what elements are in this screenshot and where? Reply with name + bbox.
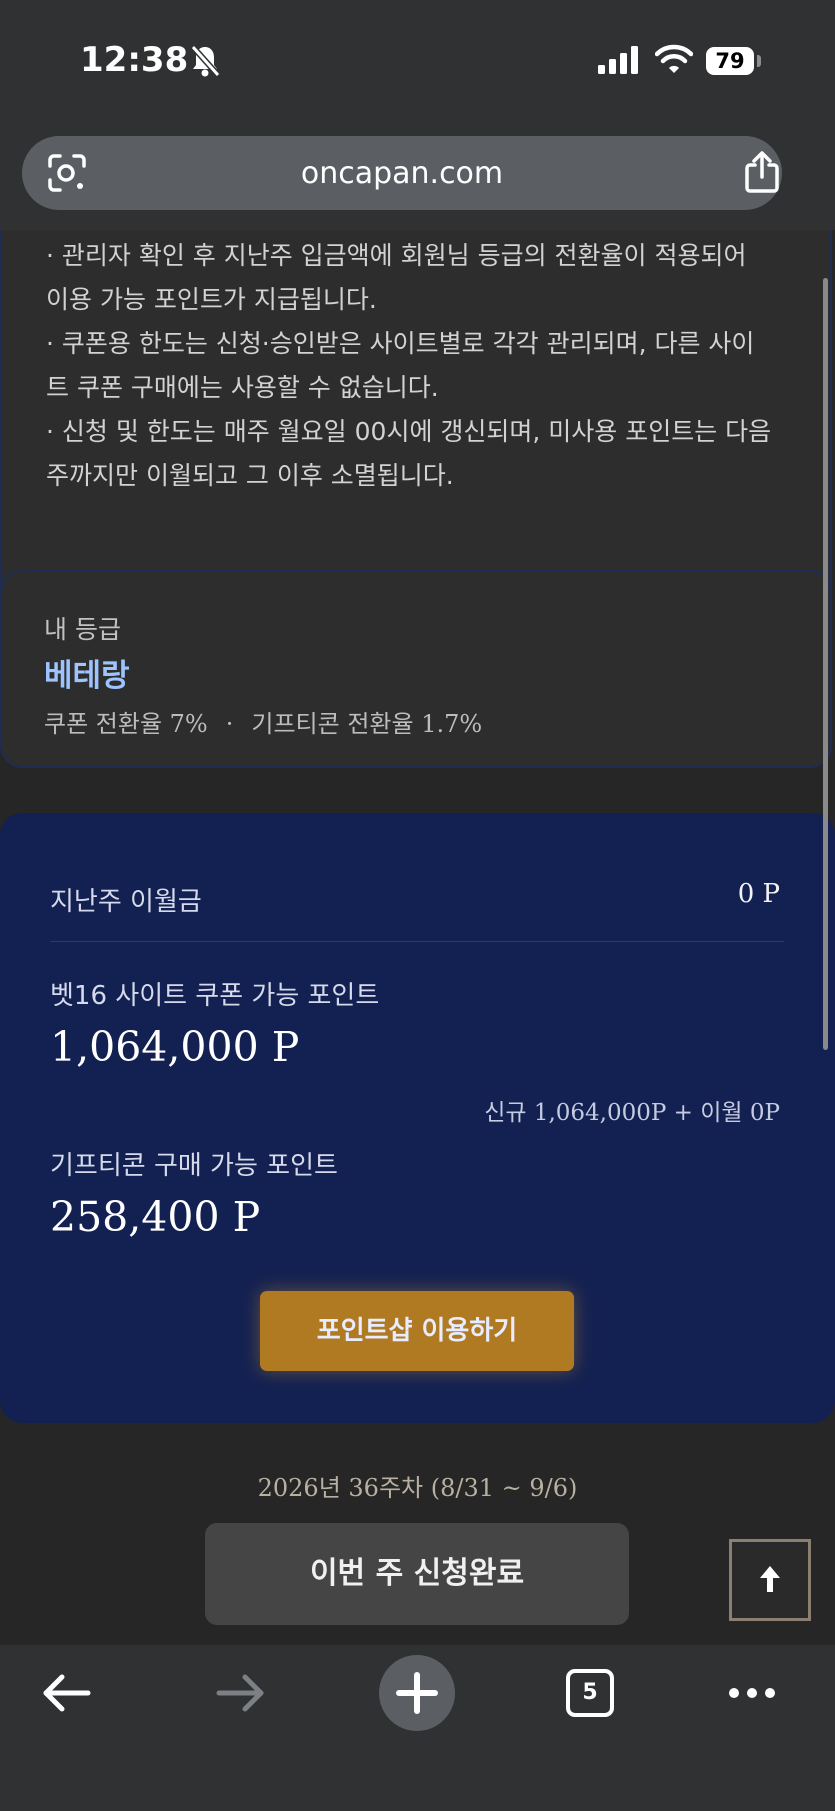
battery-nub [757,55,761,67]
carryover-label: 지난주 이월금 [50,887,202,917]
apply-complete-button[interactable]: 이번 주 신청완료 [205,1523,629,1625]
grade-card: 내 등급 베테랑 쿠폰 전환율 7% · 기프티콘 전환율 1.7% [0,570,832,768]
rate-separator: · [225,710,234,738]
gift-points-value: 258,400 P [50,1193,261,1241]
more-button[interactable] [726,1681,778,1709]
forward-button[interactable] [215,1671,267,1719]
share-icon[interactable] [742,150,782,198]
notice-line: · 관리자 확인 후 지난주 입금액에 회원님 등급의 전환율이 적용되어 [46,241,747,270]
coupon-points-label: 벳16 사이트 쿠폰 가능 포인트 [50,981,380,1011]
arrow-up-icon [760,1566,780,1592]
grade-label: 내 등급 [44,615,121,644]
url-text[interactable]: oncapan.com [22,156,782,191]
gift-points-label: 기프티콘 구매 가능 포인트 [50,1151,338,1181]
point-shop-button[interactable]: 포인트샵 이용하기 [260,1291,574,1371]
coupon-points-breakdown: 신규 1,064,000P + 이월 0P [484,1100,780,1126]
carryover-value: 0 P [737,879,780,909]
new-tab-button[interactable] [379,1655,455,1731]
coupon-rate: 쿠폰 전환율 7% [44,710,208,738]
notice-line: · 신청 및 한도는 매주 월요일 00시에 갱신되며, 미사용 포인트는 다음 [46,417,772,446]
grade-name: 베테랑 [44,658,130,694]
back-button[interactable] [40,1671,92,1719]
week-label: 2026년 36주차 (8/31 ~ 9/6) [257,1474,578,1502]
status-bar: 12:38 79 [0,0,835,125]
arrow-left-icon [43,1674,91,1712]
coupon-points-value: 1,064,000 P [50,1023,300,1071]
silent-bell-icon [190,44,221,82]
cellular-signal-icon [598,46,640,78]
plus-icon [396,1672,438,1714]
gift-rate: 기프티콘 전환율 1.7% [251,710,483,738]
scroll-top-button[interactable] [729,1539,811,1621]
page-content: · 관리자 확인 후 지난주 입금액에 회원님 등급의 전환율이 적용되어 이용… [0,230,835,1645]
notice-line: 주까지만 이월되고 그 이후 소멸됩니다. [46,461,454,490]
browser-toolbar: 5 [0,1645,835,1811]
address-bar[interactable]: oncapan.com [22,136,782,210]
more-icon [729,1688,775,1698]
scrollbar[interactable] [823,278,828,1050]
wifi-icon [654,44,694,78]
battery-indicator: 79 [706,47,754,75]
status-time: 12:38 [80,40,189,80]
notice-line: · 쿠폰용 한도는 신청·승인받은 사이트별로 각각 관리되며, 다른 사이 [46,329,755,358]
divider [50,941,784,942]
browser-address-area: oncapan.com [0,125,835,230]
notice-line: 이용 가능 포인트가 지급됩니다. [46,285,377,314]
notice-line: 트 쿠폰 구매에는 사용할 수 없습니다. [46,373,439,402]
tab-count-button[interactable]: 5 [566,1669,614,1717]
grade-rates: 쿠폰 전환율 7% · 기프티콘 전환율 1.7% [44,704,482,739]
arrow-right-icon [216,1674,264,1712]
